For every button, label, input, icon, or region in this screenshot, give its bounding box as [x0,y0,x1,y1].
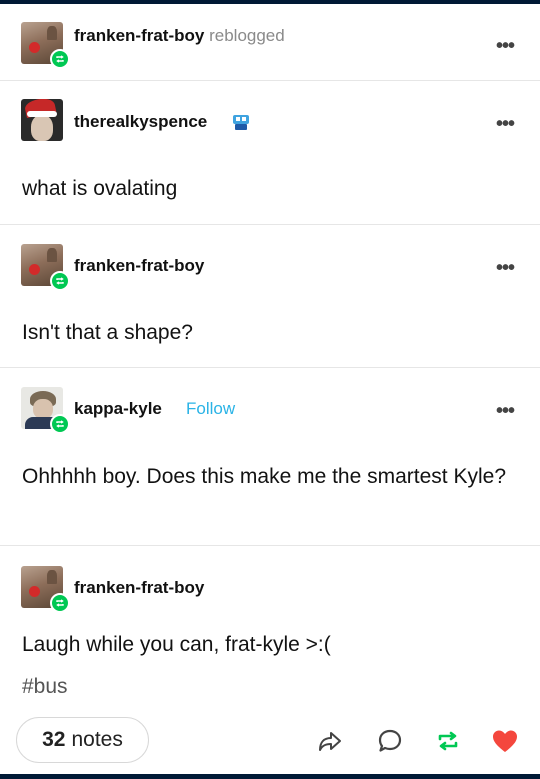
post-username[interactable]: kappa-kyle [74,399,162,419]
post-body: Isn't that a shape? [22,321,193,344]
more-options-icon[interactable]: ••• [496,113,515,136]
reblog-icon[interactable] [433,726,463,756]
more-options-icon[interactable]: ••• [496,257,515,280]
like-heart-icon[interactable] [490,726,520,756]
divider [0,224,540,225]
reblog-badge-icon [50,414,70,434]
post-body: what is ovalating [22,177,178,200]
divider [0,545,540,546]
reblogged-label: reblogged [209,26,285,45]
notes-count: 32 [42,728,66,751]
bottom-edge [0,774,540,779]
notes-button[interactable]: 32 notes [16,717,149,763]
share-icon[interactable] [315,726,345,756]
post-username[interactable]: franken-frat-boy [74,578,204,598]
post-username[interactable]: therealkyspence [74,112,207,132]
divider [0,80,540,81]
reblogger-username[interactable]: franken-frat-boy [74,26,204,45]
verified-mascot-icon [230,111,252,133]
more-options-icon[interactable]: ••• [496,400,515,423]
reblog-badge-icon [50,271,70,291]
post-username[interactable]: franken-frat-boy [74,256,204,276]
header-line: franken-frat-boy reblogged [74,26,285,46]
divider [0,367,540,368]
post-body: Laugh while you can, frat-kyle >:( [22,633,331,656]
post-tag[interactable]: #bus [22,670,512,703]
reply-icon[interactable] [375,726,405,756]
post-card: franken-frat-boy reblogged ••• therealky… [0,4,540,774]
post-avatar[interactable] [21,99,63,141]
follow-button[interactable]: Follow [186,399,235,419]
notes-label: notes [71,728,123,751]
more-options-icon[interactable]: ••• [496,35,515,58]
post-body: Ohhhhh boy. Does this make me the smarte… [22,465,507,488]
reblog-badge-icon [50,593,70,613]
reblog-badge-icon [50,49,70,69]
